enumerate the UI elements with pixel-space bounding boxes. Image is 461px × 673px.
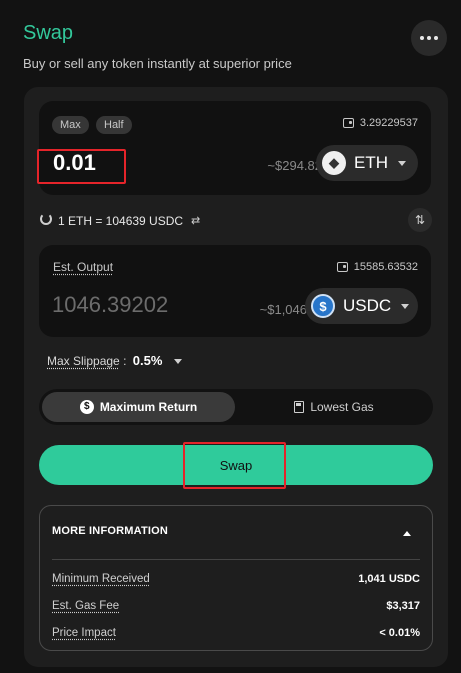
more-information-panel: MORE INFORMATION Minimum Received 1,041 … <box>39 505 433 651</box>
info-label: Price Impact <box>52 627 116 639</box>
info-value: < 0.01% <box>379 627 420 639</box>
wallet-icon <box>342 118 354 128</box>
mode-label: Maximum Return <box>99 400 198 414</box>
page-title: Swap <box>23 22 74 44</box>
slippage-value: 0.5% <box>132 353 163 368</box>
half-button[interactable]: Half <box>96 116 132 134</box>
to-usd-value: ~$1,046 <box>259 302 307 317</box>
more-dots-icon <box>420 36 424 40</box>
to-token-symbol: USDC <box>343 296 392 315</box>
exchange-rate-row: 1 ETH = 104639 USDC ⇄ ⇅ <box>40 208 432 232</box>
wallet-icon <box>336 262 348 272</box>
dollar-icon: $ <box>79 400 94 414</box>
to-balance: 15585.63532 <box>336 261 418 273</box>
chevron-down-icon <box>173 359 182 365</box>
to-token-selector[interactable]: $ USDC <box>305 288 418 324</box>
mode-maximum-return[interactable]: $ Maximum Return <box>42 392 235 422</box>
max-slippage-selector[interactable]: Max Slippage : 0.5% <box>47 353 182 368</box>
max-button[interactable]: Max <box>52 116 89 134</box>
more-options-button[interactable] <box>411 20 447 56</box>
swap-highlight-box <box>183 442 286 489</box>
flip-direction-button[interactable]: ⇅ <box>408 208 432 232</box>
more-info-title: MORE INFORMATION <box>52 525 169 537</box>
mode-label: Lowest Gas <box>310 400 374 414</box>
to-balance-value: 15585.63532 <box>353 261 418 273</box>
chevron-down-icon <box>398 160 406 166</box>
info-row-gas-fee: Est. Gas Fee $3,317 <box>52 600 420 616</box>
from-balance-value: 3.29229537 <box>359 117 418 129</box>
chevron-down-icon <box>401 303 410 309</box>
to-token-card: Est. Output 15585.63532 1046.39202 ~$1,0… <box>39 245 431 337</box>
info-row-price-impact: Price Impact < 0.01% <box>52 627 420 643</box>
route-mode-toggle: $ Maximum Return Lowest Gas <box>39 389 433 425</box>
header: Swap Buy or sell any token instantly at … <box>23 20 447 80</box>
swap-panel: Max Half 3.29229537 ~$294.82 ◆ ETH 1 ETH… <box>24 87 448 667</box>
usdc-icon: $ <box>311 294 335 318</box>
divider <box>52 559 420 560</box>
slippage-label: Max Slippage <box>47 354 120 368</box>
info-value: 1,041 USDC <box>358 573 420 585</box>
to-amount-output: 1046.39202 <box>52 292 169 317</box>
swap-rate-icon[interactable]: ⇄ <box>191 214 200 227</box>
from-balance: 3.29229537 <box>342 117 418 129</box>
exchange-rate-text: 1 ETH = 104639 USDC <box>58 214 184 228</box>
from-token-selector[interactable]: ◆ ETH <box>316 145 418 181</box>
info-label: Est. Gas Fee <box>52 600 120 612</box>
slippage-separator: : <box>123 354 127 368</box>
est-output-label: Est. Output <box>53 260 114 274</box>
mode-lowest-gas[interactable]: Lowest Gas <box>238 392 430 422</box>
info-row-minimum-received: Minimum Received 1,041 USDC <box>52 573 420 589</box>
from-token-symbol: ETH <box>354 153 388 172</box>
chevron-up-icon[interactable] <box>403 531 411 536</box>
info-value: $3,317 <box>386 600 420 612</box>
amount-highlight-box <box>37 149 126 184</box>
page-subtitle: Buy or sell any token instantly at super… <box>23 56 292 71</box>
gas-pump-icon <box>294 401 305 413</box>
from-usd-value: ~$294.82 <box>267 158 322 173</box>
eth-icon: ◆ <box>322 151 346 175</box>
info-label: Minimum Received <box>52 573 150 585</box>
refresh-icon[interactable] <box>40 213 52 225</box>
